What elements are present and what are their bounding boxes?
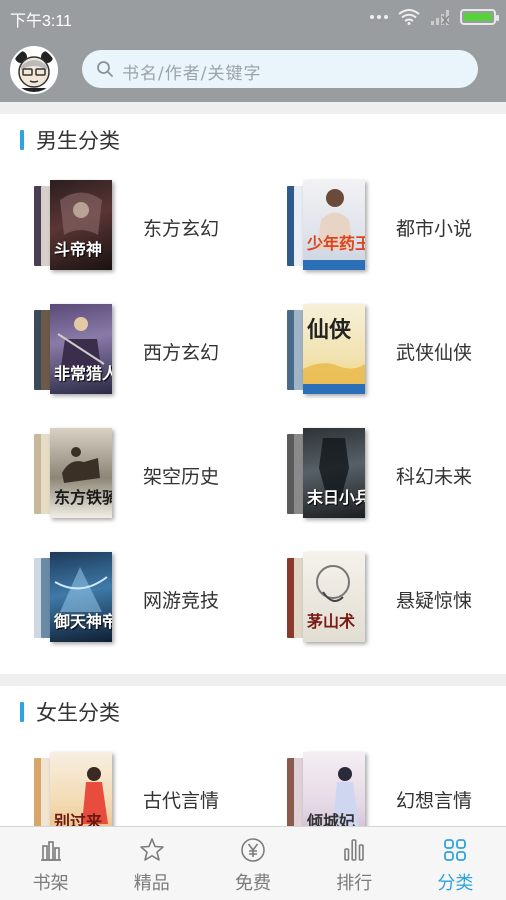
category-name: 古代言情 [143,790,220,812]
book-cover: 茅山术 [303,552,365,642]
category-name: 悬疑惊悚 [396,590,473,612]
tab-category[interactable]: 分类 [405,827,506,900]
book-cover: 仙侠 [303,304,365,394]
section-header: 男生分类 [20,128,120,153]
book-cover: 末日小兵 [303,428,365,518]
category-item[interactable]: 茅山术 悬疑惊悚 [285,552,506,652]
tab-free[interactable]: 免费 [202,827,303,900]
tab-label: 排行 [336,873,373,894]
signal-icon [431,10,450,25]
book-cover-stack: 东方铁骑 [32,428,116,520]
top-header: 下午3:11 书名/作者/关键字 [0,0,506,102]
book-cover-stack: 少年药王 [285,180,369,272]
book-cover-stack: 茅山术 [285,552,369,644]
category-item[interactable]: 末日小兵 科幻未来 [285,428,506,528]
category-item[interactable]: 少年药王 都市小说 [285,180,506,280]
category-name: 科幻未来 [396,466,473,488]
bookshelf-icon [40,841,61,861]
user-avatar[interactable] [10,46,58,94]
section-title: 男生分类 [36,129,120,153]
search-icon [97,61,113,77]
more-dots-icon [370,15,388,19]
search-input[interactable]: 书名/作者/关键字 [82,50,478,88]
status-time: 下午3:11 [10,13,72,30]
book-cover-title: 御天神帝 [54,612,112,631]
book-cover-title: 末日小兵 [307,488,365,507]
book-cover-title: 斗帝神 [54,240,103,259]
book-cover: 东方铁骑 [50,428,112,518]
book-cover-title: 非常猎人 [54,364,112,383]
wifi-icon [398,9,420,25]
book-cover-title: 茅山术 [307,612,356,631]
category-item[interactable]: 御天神帝 网游竞技 [32,552,272,652]
tab-label: 分类 [437,873,474,894]
book-cover-stack: 末日小兵 [285,428,369,520]
book-cover: 斗帝神 [50,180,112,270]
male-category-section: 男生分类 斗帝神 东方玄幻 少年药王 都市小说 非常猎人 西方玄幻 仙侠 武侠仙… [0,114,506,674]
tab-bookshelf[interactable]: 书架 [0,827,101,900]
book-cover-stack: 非常猎人 [32,304,116,396]
category-name: 都市小说 [396,218,473,240]
book-cover: 御天神帝 [50,552,112,642]
section-accent-bar [20,130,24,150]
search-placeholder: 书名/作者/关键字 [122,64,262,84]
category-item[interactable]: 非常猎人 西方玄幻 [32,304,272,404]
yen-icon [241,838,265,862]
book-cover-stack: 斗帝神 [32,180,116,272]
section-header: 女生分类 [20,700,120,725]
status-bar: 下午3:11 [0,0,506,34]
category-item[interactable]: 斗帝神 东方玄幻 [32,180,272,280]
tab-label: 免费 [235,873,271,894]
book-cover-title: 东方铁骑 [54,488,112,507]
book-cover-title: 少年药王 [307,234,365,253]
book-cover: 非常猎人 [50,304,112,394]
section-accent-bar [20,702,24,722]
book-cover-stack: 仙侠 [285,304,369,396]
section-title: 女生分类 [36,701,120,725]
ranking-icon [344,839,365,861]
category-name: 幻想言情 [396,790,473,812]
panda-avatar-icon [12,48,56,92]
category-name: 架空历史 [143,466,220,488]
tab-featured[interactable]: 精品 [101,827,202,900]
tab-ranking[interactable]: 排行 [304,827,405,900]
grid-icon [444,839,467,861]
star-icon [139,838,164,861]
category-item[interactable]: 仙侠 武侠仙侠 [285,304,506,404]
category-item[interactable]: 东方铁骑 架空历史 [32,428,272,528]
battery-icon [460,9,499,25]
status-icons [370,9,499,25]
tab-label: 精品 [133,873,170,894]
female-category-section: 女生分类 别过来 古代言情 倾城妃 幻想言情 [0,686,506,842]
category-name: 东方玄幻 [143,218,220,240]
tab-label: 书架 [32,873,69,894]
category-name: 西方玄幻 [143,342,220,364]
category-name: 武侠仙侠 [396,342,473,364]
book-cover: 少年药王 [303,180,365,270]
book-cover-stack: 御天神帝 [32,552,116,644]
category-name: 网游竞技 [143,590,220,612]
bottom-tab-bar: 书架 精品 免费 排行 分类 [0,826,506,900]
book-cover-title: 仙侠 [307,318,352,343]
